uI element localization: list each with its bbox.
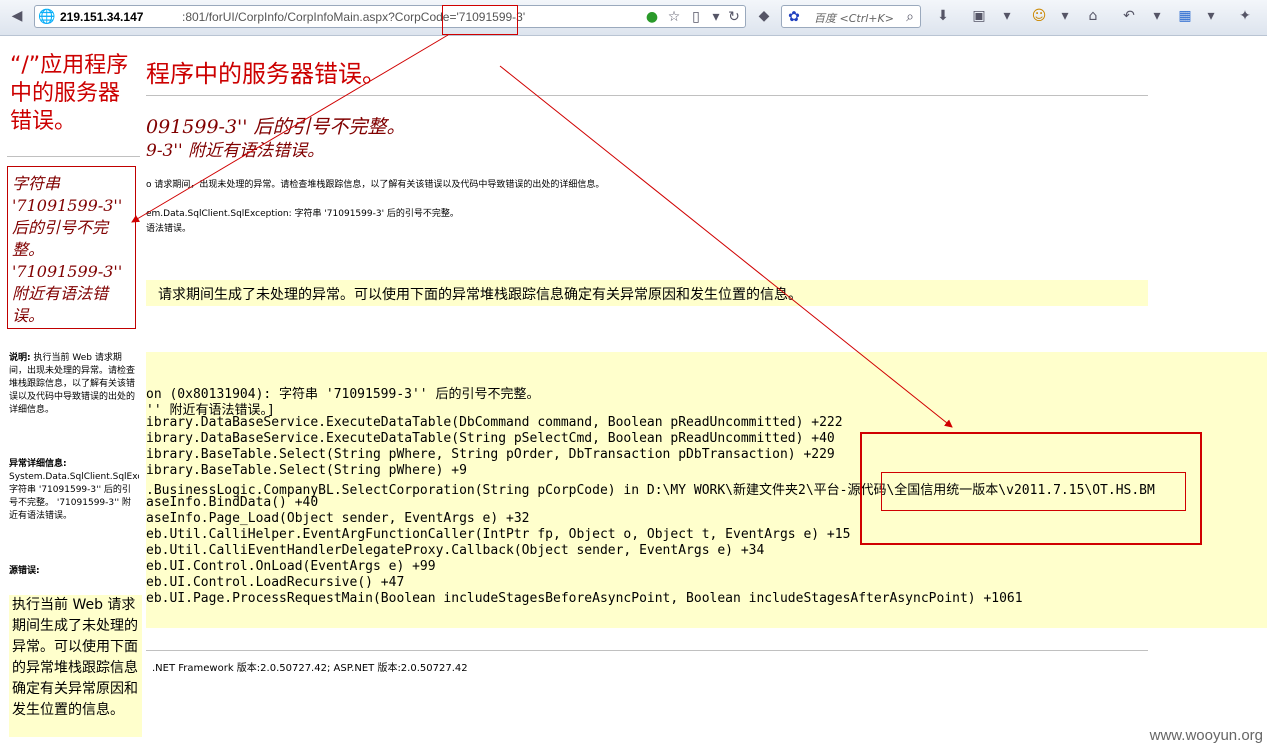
search-icon[interactable]: ⌕ [901, 8, 919, 26]
stack-trace-line: eb.UI.Page.ProcessRequestMain(Boolean in… [146, 591, 1023, 606]
smiley-icon[interactable]: ☺ [1030, 7, 1048, 25]
stack-trace-line: ibrary.BaseTable.Select(String pWhere) +… [146, 463, 467, 478]
exception-line-2: 语法错误。 [146, 224, 192, 234]
menu-dropdown-icon[interactable]: ▾ [1202, 7, 1220, 25]
footer-divider [146, 650, 1148, 651]
version-info: .NET Framework 版本:2.0.50727.42; ASP.NET … [152, 663, 468, 674]
highlight-box-path-detail [881, 472, 1186, 511]
exception-line-1: em.Data.SqlClient.SqlException: 字符串 '710… [146, 209, 459, 219]
description-text: o 请求期间，出现未处理的异常。请检查堆栈跟踪信息，以了解有关该错误以及代码中导… [146, 180, 605, 190]
baidu-paw-icon: ✿ [788, 9, 800, 25]
left-error-message: 字符串 '71091599-3'' 后的引号不完整。 '71091599-3''… [7, 166, 136, 329]
stack-trace-line: eb.UI.Control.LoadRecursive() +47 [146, 575, 405, 590]
left-exc-label: 异常详细信息: [9, 459, 67, 469]
star-icon[interactable]: ☆ [665, 8, 683, 26]
undo-icon[interactable]: ↶ [1120, 7, 1138, 25]
page-title: 程序中的服务器错误。 [146, 60, 386, 88]
extension-icon[interactable]: ✦ [1236, 7, 1254, 25]
left-title-divider [7, 156, 140, 157]
stack-trace-line: ibrary.BaseTable.Select(String pWhere, S… [146, 447, 835, 462]
left-description: 说明: 执行当前 Web 请求期间，出现未处理的异常。请检查堆栈跟踪信息，以了解… [9, 352, 137, 417]
phone-icon[interactable]: ▯ [687, 8, 705, 26]
stack-trace-line: aseInfo.Page_Load(Object sender, EventAr… [146, 511, 530, 526]
highlight-box-url-param [442, 5, 518, 35]
search-placeholder: 百度 <Ctrl+K> [814, 12, 894, 25]
stack-trace-line: aseInfo.BindData() +40 [146, 495, 319, 510]
bookmark-icon[interactable]: ◆ [755, 7, 773, 25]
dropdown-icon[interactable]: ▾ [707, 8, 725, 26]
stack-trace-line: eb.UI.Control.OnLoad(EventArgs e) +99 [146, 559, 436, 574]
left-exception-details: 异常详细信息: System.Data.SqlClient.SqlExcepti… [9, 458, 139, 523]
source-error-notice: 请求期间生成了未处理的异常。可以使用下面的异常堆栈跟踪信息确定有关异常原因和发生… [158, 287, 802, 303]
apps-icon[interactable]: ▦ [1176, 7, 1194, 25]
error-message-line-2: 9-3'' 附近有语法错误。 [146, 141, 325, 161]
search-input[interactable]: ✿ 百度 <Ctrl+K> ⌕ [781, 5, 921, 28]
globe-icon: 🌐 [38, 9, 56, 25]
back-arrow-icon[interactable]: ◀ [8, 7, 26, 25]
url-host: 219.151.34.147 [60, 10, 144, 24]
title-divider [146, 95, 1148, 96]
home-icon[interactable]: ⌂ [1084, 7, 1102, 25]
stack-trace-line: eb.Util.CalliEventHandlerDelegateProxy.C… [146, 543, 765, 558]
page-content: 程序中的服务器错误。 091599-3'' 后的引号不完整。 9-3'' 附近有… [0, 36, 1267, 748]
left-source-label: 源错误: [9, 566, 40, 576]
stack-trace-line: ibrary.DataBaseService.ExecuteDataTable(… [146, 431, 835, 446]
left-exc-type: System.Data.SqlClient.SqlException: [9, 472, 139, 482]
browser-toolbar: ◀ 🌐 219.151.34.147 :801/forUI/CorpInfo/C… [0, 0, 1267, 36]
left-exc-text: 字符串 '71091599-3'' 后的引号不完整。 '71091599-3''… [9, 485, 131, 521]
stack-trace-line: ibrary.DataBaseService.ExecuteDataTable(… [146, 415, 843, 430]
menu-dropdown-icon[interactable]: ▾ [998, 7, 1016, 25]
download-icon[interactable]: ⬇ [934, 7, 952, 25]
go-icon[interactable]: ● [643, 8, 661, 26]
screenshot-icon[interactable]: ▣ [970, 7, 988, 25]
error-message-line-1: 091599-3'' 后的引号不完整。 [146, 116, 406, 138]
reload-icon[interactable]: ↻ [725, 8, 743, 26]
menu-dropdown-icon[interactable]: ▾ [1148, 7, 1166, 25]
left-page-title: “/”应用程序中的服务器错误。 [10, 53, 129, 134]
left-source-notice: 执行当前 Web 请求期间生成了未处理的异常。可以使用下面的异常堆栈跟踪信息确定… [9, 595, 142, 737]
left-desc-label: 说明: [9, 353, 31, 363]
menu-dropdown-icon[interactable]: ▾ [1056, 7, 1074, 25]
watermark: www.wooyun.org [1149, 727, 1263, 744]
source-error-box: 请求期间生成了未处理的异常。可以使用下面的异常堆栈跟踪信息确定有关异常原因和发生… [146, 280, 1148, 306]
stack-trace-line: eb.Util.CalliHelper.EventArgFunctionCall… [146, 527, 851, 542]
address-bar[interactable]: 🌐 219.151.34.147 :801/forUI/CorpInfo/Cor… [34, 5, 746, 28]
